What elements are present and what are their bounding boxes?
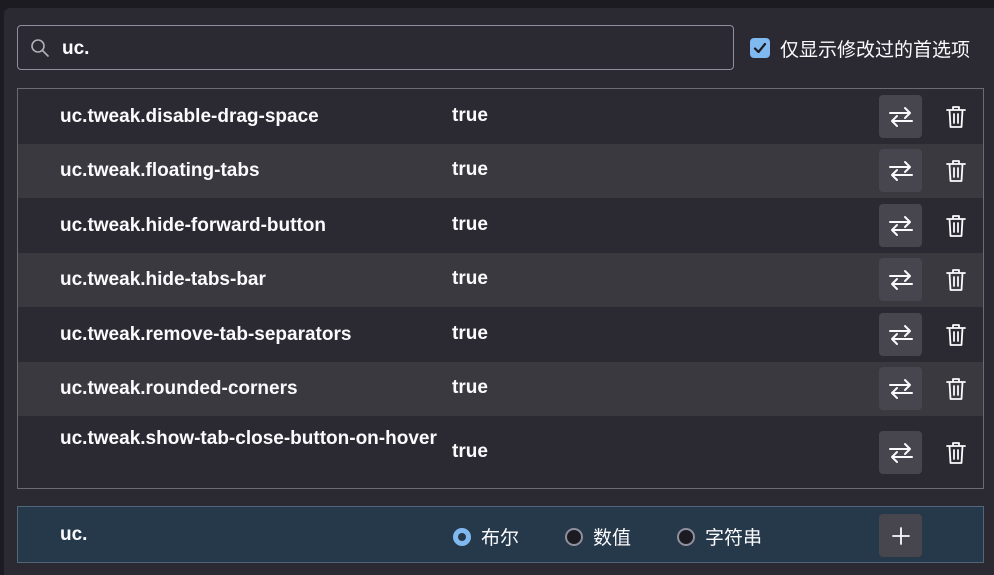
check-icon: [753, 42, 767, 54]
radio-button[interactable]: [453, 527, 471, 546]
table-row: uc.tweak.hide-forward-button true: [18, 198, 983, 253]
search-input[interactable]: uc.: [17, 25, 734, 70]
show-only-modified-toggle[interactable]: 仅显示修改过的首选项: [750, 37, 971, 61]
show-only-modified-label: 仅显示修改过的首选项: [780, 39, 971, 61]
toggle-button[interactable]: [879, 95, 922, 138]
delete-button[interactable]: [940, 371, 972, 407]
table-row: uc.tweak.rounded-corners true: [18, 362, 983, 416]
type-radio-number[interactable]: 数值: [565, 523, 631, 550]
trash-icon: [946, 160, 966, 182]
search-icon: [30, 38, 50, 58]
delete-button[interactable]: [940, 262, 972, 298]
swap-arrows-icon: [888, 106, 913, 127]
delete-button[interactable]: [940, 99, 972, 135]
search-value[interactable]: uc.: [62, 26, 89, 71]
trash-icon: [946, 324, 966, 346]
swap-arrows-icon: [888, 160, 913, 181]
toggle-button[interactable]: [879, 431, 922, 474]
table-row: uc.tweak.show-tab-close-button-on-hover …: [18, 416, 983, 488]
pref-name: uc.tweak.hide-forward-button: [60, 215, 326, 236]
table-row: uc.tweak.disable-drag-space true: [18, 89, 983, 144]
pref-name: uc.tweak.floating-tabs: [60, 160, 260, 181]
pref-name: uc.tweak.remove-tab-separators: [60, 324, 352, 345]
trash-icon: [946, 106, 966, 128]
table-row: uc.tweak.hide-tabs-bar true: [18, 253, 983, 307]
radio-label: 数值: [593, 528, 632, 549]
type-radio-boolean[interactable]: 布尔: [453, 523, 519, 550]
delete-button[interactable]: [940, 317, 972, 353]
show-only-modified-checkbox[interactable]: [750, 38, 770, 58]
swap-arrows-icon: [888, 442, 913, 463]
add-button[interactable]: [879, 514, 922, 557]
pref-value: true: [452, 159, 488, 180]
radio-button[interactable]: [677, 527, 695, 546]
pref-value: true: [452, 105, 488, 126]
delete-button[interactable]: [940, 208, 972, 244]
toggle-button[interactable]: [879, 149, 922, 192]
pref-name: uc.tweak.show-tab-close-button-on-hover: [60, 428, 437, 449]
radio-label: 布尔: [481, 528, 520, 549]
trash-icon: [946, 442, 966, 464]
swap-arrows-icon: [888, 215, 913, 236]
trash-icon: [946, 378, 966, 400]
radio-label: 字符串: [705, 528, 763, 549]
radio-button[interactable]: [565, 527, 583, 546]
new-pref-name: uc.: [60, 524, 88, 545]
toggle-button[interactable]: [879, 367, 922, 410]
trash-icon: [946, 269, 966, 291]
pref-value: true: [452, 377, 488, 398]
add-pref-row: uc. 布尔 数值 字符串: [17, 506, 984, 563]
table-row: uc.tweak.floating-tabs true: [18, 144, 983, 198]
swap-arrows-icon: [888, 269, 913, 290]
delete-button[interactable]: [940, 153, 972, 189]
type-radio-string[interactable]: 字符串: [677, 523, 762, 550]
plus-icon: [891, 526, 910, 545]
pref-name: uc.tweak.disable-drag-space: [60, 106, 319, 127]
pref-value: true: [452, 268, 488, 289]
pref-value: true: [452, 441, 488, 462]
prefs-table: uc.tweak.disable-drag-space true uc.twea…: [17, 88, 984, 489]
pref-value: true: [452, 323, 488, 344]
swap-arrows-icon: [888, 378, 913, 399]
toggle-button[interactable]: [879, 204, 922, 247]
delete-button[interactable]: [940, 435, 972, 471]
table-row: uc.tweak.remove-tab-separators true: [18, 307, 983, 362]
pref-name: uc.tweak.rounded-corners: [60, 378, 298, 399]
trash-icon: [946, 215, 966, 237]
swap-arrows-icon: [888, 324, 913, 345]
toggle-button[interactable]: [879, 258, 922, 301]
pref-name: uc.tweak.hide-tabs-bar: [60, 269, 266, 290]
toggle-button[interactable]: [879, 313, 922, 356]
pref-value: true: [452, 214, 488, 235]
